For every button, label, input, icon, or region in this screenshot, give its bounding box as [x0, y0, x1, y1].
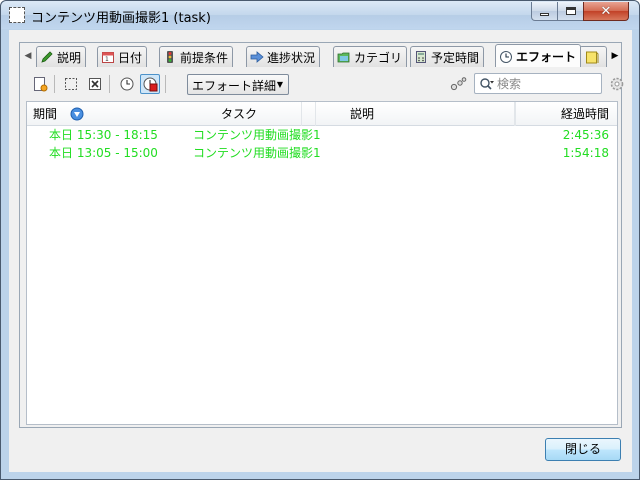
tab-scroll-left-icon[interactable]: ◀: [22, 49, 34, 63]
notebook-panel: ◀ 説明 1 日付 前提条件 進捗状況 カテゴリ 予定時間 エフォート ▶ エフ…: [19, 42, 624, 428]
cell-task: コンテンツ用動画撮影1: [193, 146, 321, 160]
task-editor-window: コンテンツ用動画撮影1 (task) ✕ ◀ 説明 1 日付 前提条件 進捗状況…: [0, 0, 640, 480]
tab-effort[interactable]: エフォート: [495, 44, 582, 67]
window-title: コンテンツ用動画撮影1 (task): [31, 11, 211, 26]
search-icon[interactable]: [479, 77, 495, 94]
column-label-elapsed: 経過時間: [560, 107, 609, 121]
column-label-task: タスク: [221, 107, 258, 121]
sort-descending-icon: [70, 107, 84, 121]
new-document-icon: [34, 77, 48, 92]
cell-elapsed: 2:45:36: [562, 128, 609, 142]
search-options-icon: [450, 77, 467, 91]
view-mode-select[interactable]: エフォート詳細 ▼: [187, 74, 289, 95]
tab-label: カテゴリ: [354, 50, 403, 65]
column-header-description[interactable]: 説明: [315, 102, 515, 126]
tab-label: 説明: [57, 50, 82, 65]
note-icon: [585, 50, 599, 64]
search-input[interactable]: [497, 75, 597, 92]
start-tracking-button[interactable]: [117, 74, 137, 94]
table-row[interactable]: 本日 15:30 - 18:15 コンテンツ用動画撮影1 2:45:36: [27, 126, 617, 144]
effort-list-header: 期間 タスク 説明 経過時間: [27, 102, 617, 126]
effort-toolbar: エフォート詳細 ▼: [24, 70, 624, 98]
tab-scroll-right-icon[interactable]: ▶: [609, 49, 621, 63]
tab-dates[interactable]: 1 日付: [97, 46, 148, 67]
pencil-icon: [40, 50, 54, 64]
cell-period: 本日 13:05 - 15:00: [49, 146, 158, 160]
effort-list[interactable]: 期間 タスク 説明 経過時間 本日 15:30 - 18:15 コンテンツ用動画…: [26, 101, 618, 425]
minimize-icon: [540, 13, 549, 16]
calculator-icon: [414, 50, 428, 64]
chevron-down-icon: ▼: [276, 80, 283, 89]
stopwatch-icon: [120, 77, 134, 91]
close-window-button[interactable]: ✕: [583, 2, 629, 21]
tab-label: 進捗状況: [267, 50, 316, 65]
tab-label: 日付: [118, 50, 143, 65]
toolbar-separator: [165, 75, 166, 93]
search-settings-button[interactable]: [607, 74, 627, 94]
tab-prerequisites[interactable]: 前提条件: [159, 46, 234, 67]
app-icon: [9, 7, 25, 23]
delete-effort-button[interactable]: [85, 74, 105, 94]
column-header-elapsed[interactable]: 経過時間: [515, 102, 617, 126]
tab-strip: ◀ 説明 1 日付 前提条件 進捗状況 カテゴリ 予定時間 エフォート ▶: [20, 43, 623, 67]
tab-label: エフォート: [516, 50, 577, 64]
maximize-button[interactable]: [557, 2, 584, 21]
tab-progress[interactable]: 進捗状況: [246, 46, 321, 67]
close-icon: ✕: [600, 3, 612, 19]
maximize-icon: [565, 7, 576, 15]
delete-icon: [89, 78, 101, 90]
svg-text:1: 1: [105, 56, 109, 63]
close-button[interactable]: 閉じる: [545, 438, 621, 461]
new-effort-button[interactable]: [30, 74, 50, 94]
column-header-task[interactable]: タスク: [217, 102, 317, 126]
select-all-icon: [65, 78, 77, 90]
tab-budget[interactable]: 予定時間: [410, 46, 485, 67]
select-all-button[interactable]: [61, 74, 81, 94]
traffic-light-icon: [163, 50, 177, 64]
clock-icon: [499, 50, 513, 64]
column-label-description: 説明: [350, 107, 375, 121]
calendar-icon: 1: [101, 50, 115, 64]
gear-icon: [610, 77, 624, 91]
view-mode-value: エフォート詳細: [192, 79, 277, 93]
folder-icon: [337, 50, 351, 64]
dialog-body: ◀ 説明 1 日付 前提条件 進捗状況 カテゴリ 予定時間 エフォート ▶ エフ…: [9, 30, 632, 472]
stop-tracking-icon: [143, 77, 158, 92]
title-bar[interactable]: コンテンツ用動画撮影1 (task) ✕: [1, 1, 639, 29]
tab-label: 予定時間: [431, 50, 480, 65]
column-label-period: 期間: [33, 107, 58, 121]
tab-description[interactable]: 説明: [36, 46, 87, 67]
stop-tracking-button[interactable]: [140, 74, 160, 94]
progress-arrow-icon: [250, 50, 264, 64]
cell-period: 本日 15:30 - 18:15: [49, 128, 158, 142]
search-options-button[interactable]: [448, 74, 468, 94]
toolbar-separator: [54, 75, 55, 93]
cell-task: コンテンツ用動画撮影1: [193, 128, 321, 142]
toolbar-separator: [109, 75, 110, 93]
tab-notes[interactable]: [579, 46, 607, 67]
minimize-button[interactable]: [531, 2, 558, 21]
search-box: [474, 73, 602, 94]
tab-categories[interactable]: カテゴリ: [333, 46, 408, 67]
table-row[interactable]: 本日 13:05 - 15:00 コンテンツ用動画撮影1 1:54:18: [27, 144, 617, 162]
tab-label: 前提条件: [180, 50, 229, 65]
cell-elapsed: 1:54:18: [562, 146, 609, 160]
